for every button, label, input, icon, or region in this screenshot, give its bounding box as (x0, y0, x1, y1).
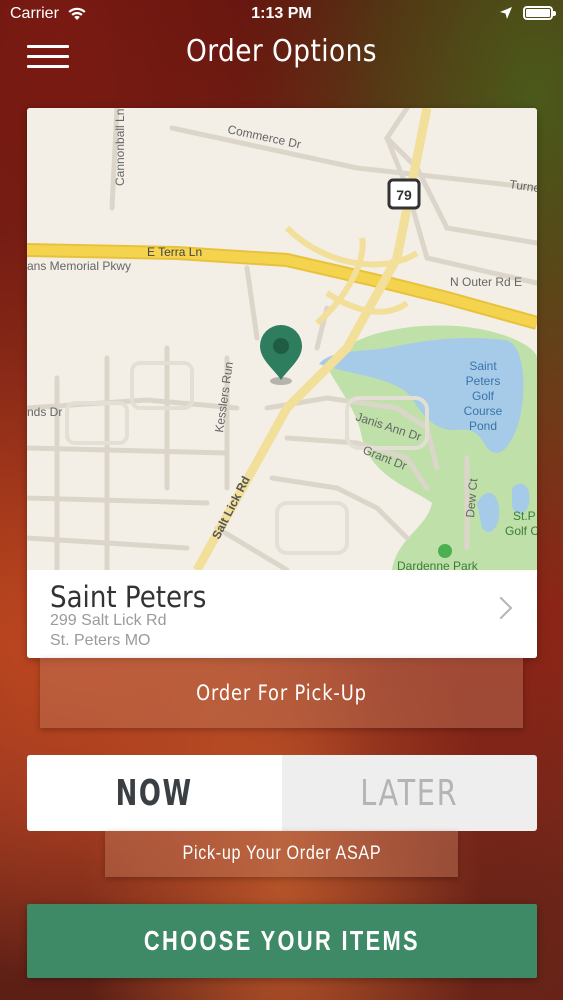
map-label-park: Dardenne Park (397, 559, 479, 570)
map-label-cannonball: Cannonball Ln (113, 109, 127, 186)
store-map[interactable]: 79 Commerce Dr Cannonball Ln Turne E Ter… (27, 108, 537, 570)
toggle-later[interactable]: LATER (282, 755, 537, 831)
map-label-pond-1: Saint (469, 359, 497, 373)
map-label-pond-3: Golf (472, 389, 495, 403)
map-label-pond-5: Pond (469, 419, 497, 433)
map-label-pond-2: Peters (466, 374, 501, 388)
choose-items-button[interactable]: CHOOSE YOUR ITEMS (27, 904, 537, 978)
order-type-button[interactable]: Order For Pick-Up (40, 658, 523, 728)
location-arrow-icon (500, 7, 512, 19)
time-note-label: Pick-up Your Order ASAP (182, 843, 381, 864)
store-info-row[interactable]: Saint Peters 299 Salt Lick Rd St. Peters… (27, 570, 537, 658)
map-label-terra: E Terra Ln (147, 245, 202, 259)
toggle-later-label: LATER (360, 772, 459, 814)
map-label-pond-4: Course (464, 404, 503, 418)
battery-icon (523, 6, 556, 20)
status-time: 1:13 PM (251, 5, 312, 22)
map-label-golf-2: Golf C (505, 524, 537, 538)
time-note: Pick-up Your Order ASAP (105, 831, 458, 877)
store-name: Saint Peters (50, 580, 207, 614)
page-title: Order Options (185, 34, 377, 69)
time-toggle: NOW LATER (27, 755, 537, 831)
order-type-label: Order For Pick-Up (196, 681, 367, 705)
map-label-lands: nds Dr (27, 405, 62, 419)
map-label-golf-1: St.P (513, 509, 536, 523)
status-right (499, 6, 556, 20)
status-bar: Carrier 1:13 PM (0, 0, 563, 30)
map-label-outer: N Outer Rd E (450, 275, 522, 289)
map-label-route: 79 (396, 187, 412, 203)
store-address-line1: 299 Salt Lick Rd (50, 612, 167, 629)
choose-items-label: CHOOSE YOUR ITEMS (143, 925, 420, 956)
chevron-right-icon (489, 596, 513, 620)
location-card: 79 Commerce Dr Cannonball Ln Turne E Ter… (27, 108, 537, 658)
map-label-memorial: ans Memorial Pkwy (27, 259, 131, 273)
toggle-now[interactable]: NOW (27, 755, 282, 831)
toggle-now-label: NOW (115, 772, 194, 814)
park-marker-icon (438, 544, 452, 558)
store-address-line2: St. Peters MO (50, 632, 151, 649)
